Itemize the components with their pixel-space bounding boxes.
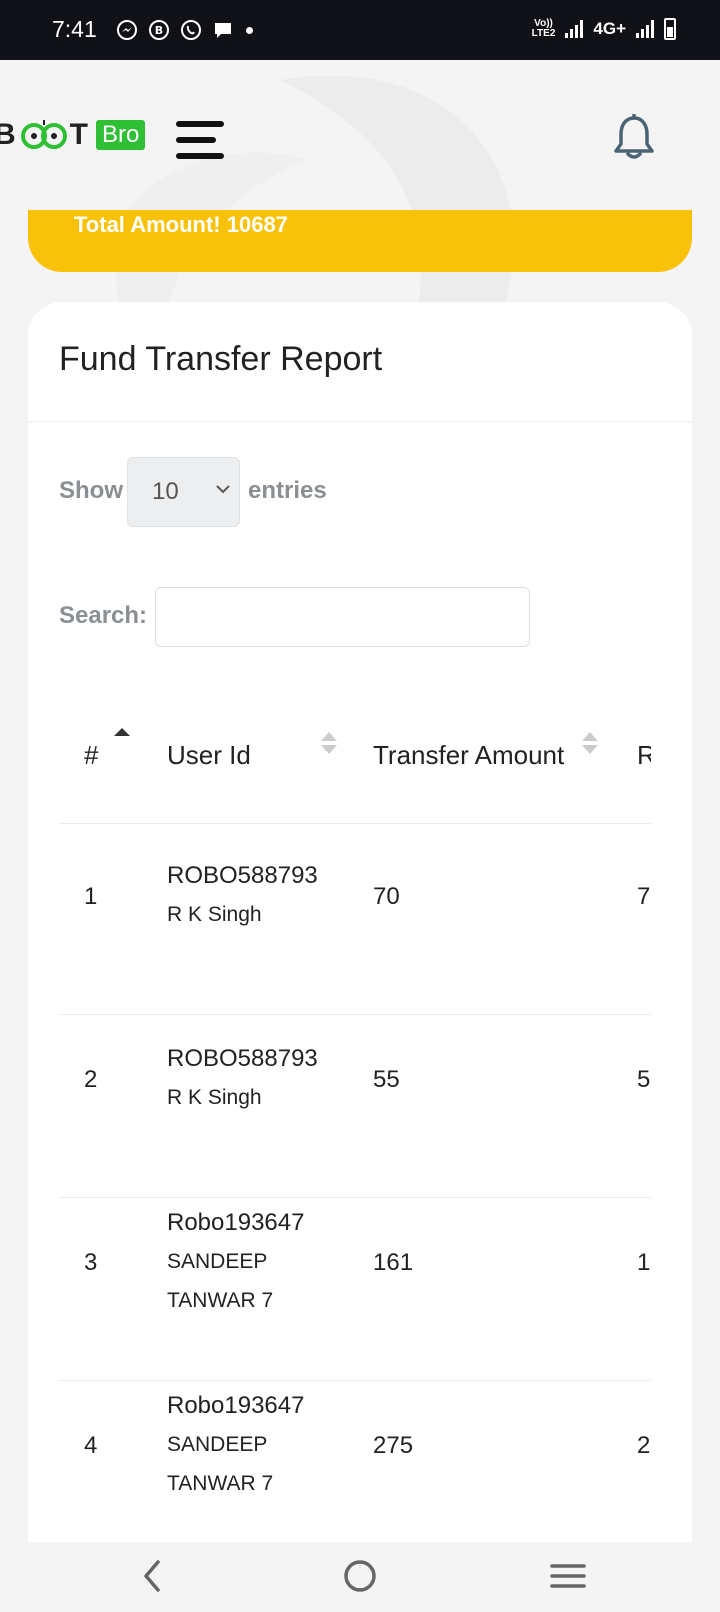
row-number: 3 bbox=[84, 1249, 98, 1276]
total-amount-label: Total Amount! 10687 bbox=[74, 212, 288, 237]
row-next-cell: 2 bbox=[637, 1432, 651, 1459]
signal-icon bbox=[565, 20, 584, 38]
network-type: 4G+ bbox=[593, 19, 626, 38]
row-user-id: Robo193647 bbox=[167, 1209, 305, 1236]
battery-icon bbox=[664, 18, 676, 40]
business-icon: B bbox=[149, 20, 169, 40]
system-indicators: Vo)) LTE2 4G+ bbox=[532, 18, 676, 40]
fund-transfer-card: Fund Transfer Report Show 10 entries Sea… bbox=[28, 302, 692, 1542]
row-number: 4 bbox=[84, 1432, 98, 1459]
logo-letter-b: B bbox=[0, 118, 18, 151]
table-row-divider bbox=[59, 1014, 651, 1015]
robot-logo-icon bbox=[20, 120, 67, 149]
row-user-id: ROBO588793 bbox=[167, 1045, 318, 1072]
row-user-id: Robo193647 bbox=[167, 1392, 305, 1419]
logo-letter-t: T bbox=[69, 118, 90, 151]
row-next-cell: 5 bbox=[637, 1066, 651, 1093]
row-user-id: ROBO588793 bbox=[167, 862, 318, 889]
logo-badge: Bro bbox=[96, 120, 146, 150]
row-user-name: SANDEEP bbox=[167, 1250, 268, 1273]
back-icon[interactable] bbox=[134, 1558, 174, 1594]
row-number: 1 bbox=[84, 883, 98, 910]
lte-label: LTE2 bbox=[531, 28, 556, 39]
notification-icons: B bbox=[116, 19, 253, 41]
signal-icon-2 bbox=[636, 20, 654, 38]
row-next-cell: 1 bbox=[637, 1249, 651, 1276]
brand-logo[interactable]: B T Bro bbox=[0, 118, 146, 152]
table-row-divider bbox=[59, 1380, 651, 1381]
row-user-name-line2: TANWAR 7 bbox=[167, 1472, 274, 1495]
chat-icon bbox=[215, 23, 231, 38]
messenger-icon bbox=[117, 20, 137, 40]
volte-indicator: Vo)) LTE2 bbox=[532, 19, 556, 39]
table-body: 1 ROBO588793 R K Singh 70 7 2 ROBO588793… bbox=[59, 302, 651, 1542]
row-number: 2 bbox=[84, 1066, 98, 1093]
status-time: 7:41 bbox=[52, 16, 97, 42]
row-user-name-line2: TANWAR 7 bbox=[167, 1289, 274, 1312]
row-amount: 161 bbox=[373, 1249, 414, 1276]
row-amount: 70 bbox=[373, 883, 400, 910]
svg-text:B: B bbox=[155, 24, 163, 37]
row-user-name: R K Singh bbox=[167, 903, 262, 926]
more-notifications-dot bbox=[246, 26, 253, 34]
total-amount-banner: Total Amount! 10687 bbox=[28, 210, 692, 272]
home-icon[interactable] bbox=[340, 1558, 380, 1594]
system-nav-bar bbox=[0, 1542, 720, 1612]
row-user-name: SANDEEP bbox=[167, 1433, 268, 1456]
row-amount: 55 bbox=[373, 1066, 400, 1093]
row-amount: 275 bbox=[373, 1432, 414, 1459]
status-bar: 7:41 B Vo)) LTE2 4G+ bbox=[0, 0, 720, 60]
whatsapp-icon bbox=[181, 20, 201, 40]
table-row-divider bbox=[59, 1197, 651, 1198]
row-user-name: R K Singh bbox=[167, 1086, 262, 1109]
menu-icon[interactable] bbox=[176, 121, 226, 161]
bell-icon[interactable] bbox=[613, 114, 655, 160]
recent-apps-icon[interactable] bbox=[548, 1558, 588, 1594]
row-next-cell: 7 bbox=[637, 883, 651, 910]
